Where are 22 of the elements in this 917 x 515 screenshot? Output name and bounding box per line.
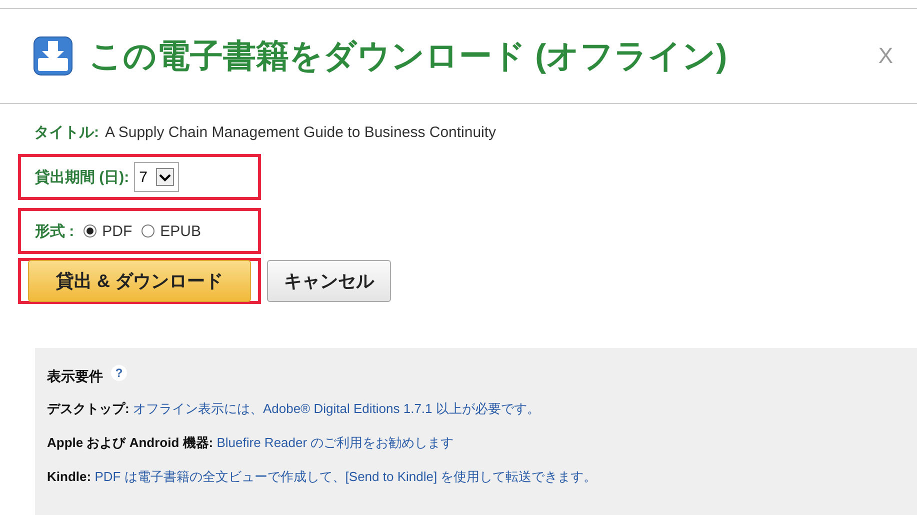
book-title: A Supply Chain Management Guide to Business Continuity [105,124,496,140]
format-option: EPUB [160,222,202,240]
format-option: PDF [102,222,132,240]
borrow-download-button[interactable]: 貸出 & ダウンロード [28,260,251,302]
cancel-button[interactable]: キャンセル [267,260,391,302]
dialog-title: この電子書籍をダウンロード (オフライン) [89,36,728,76]
download-icon [33,36,73,76]
title-label: タイトル: [34,122,99,142]
requirements-heading: 表示要件 [47,368,103,386]
requirement-text: Bluefire Reader のご利用をお勧めします [216,435,454,450]
requirement-label: Apple および Android 機器: [47,435,214,450]
chevron-down-icon[interactable] [156,168,174,186]
requirement-label: デスクトップ: [47,401,130,416]
radio-button[interactable] [141,224,156,238]
help-icon[interactable]: ? [111,365,127,381]
radio-button[interactable] [83,224,98,238]
requirement-label: Kindle: [47,469,92,484]
loan-period-label: 貸出期間 (日): [35,168,130,186]
requirement-text: オフライン表示には、Adobe® Digital Editions 1.7.1 以上が必要です。 [132,401,540,416]
format-label: 形式 : [35,222,74,240]
loan-period-select[interactable]: 7 [134,162,178,192]
requirement-text: PDF は電子書籍の全文ビューで作成して、[Send to Kindle] を使用して転送できます。 [94,469,597,484]
